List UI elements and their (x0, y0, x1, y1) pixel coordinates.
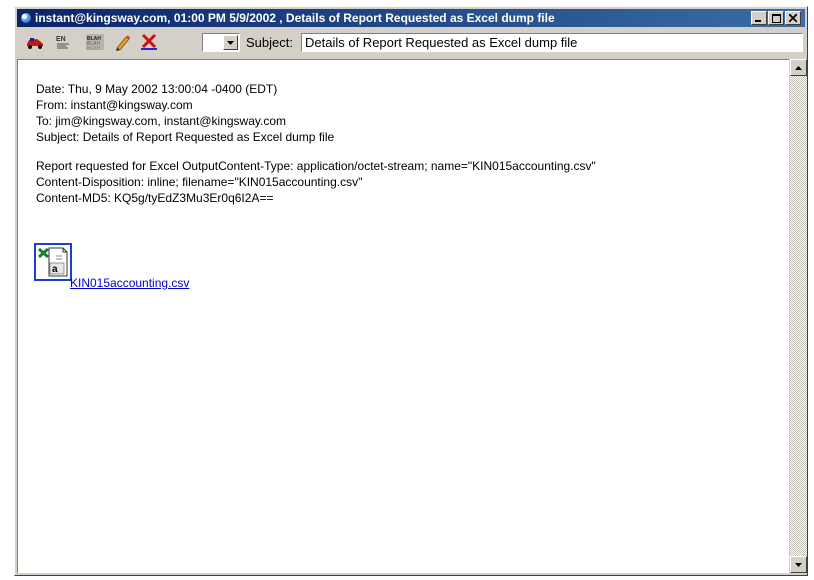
scroll-down-button[interactable] (790, 556, 807, 573)
message-body[interactable]: Date: Thu, 9 May 2002 13:00:04 -0400 (ED… (17, 59, 789, 573)
header-to: To: jim@kingsway.com, instant@kingsway.c… (36, 114, 286, 128)
subject-field[interactable]: Details of Report Requested as Excel dum… (301, 33, 803, 52)
minimize-button[interactable] (751, 11, 767, 25)
maximize-button[interactable] (768, 11, 784, 25)
header-from: From: instant@kingsway.com (36, 98, 193, 112)
attachment-link[interactable]: KIN015accounting.csv (70, 276, 189, 290)
scroll-up-button[interactable] (790, 59, 807, 76)
car-icon[interactable] (25, 32, 45, 52)
window-controls (751, 11, 801, 25)
toolbar: EN BLAH BLAH BLAH Subject: Details of Re… (17, 29, 805, 55)
eudora-code-icon[interactable]: EN (53, 32, 73, 52)
close-icon (789, 14, 797, 22)
combo-box[interactable] (202, 33, 240, 52)
header-subject: Subject: Details of Report Requested as … (36, 130, 335, 144)
body-line: Content-Disposition: inline; filename="K… (36, 175, 363, 189)
minimize-icon (755, 20, 761, 22)
app-icon[interactable] (21, 13, 31, 23)
body-line: Report requested for Excel OutputContent… (36, 159, 596, 173)
arrow-up-icon (795, 65, 802, 70)
vertical-scrollbar[interactable] (790, 59, 807, 573)
pencil-icon[interactable] (113, 32, 133, 52)
svg-text:BLAH: BLAH (87, 46, 100, 51)
arrow-down-icon (795, 562, 802, 567)
subject-label: Subject: (246, 35, 293, 50)
blah-blah-icon[interactable]: BLAH BLAH BLAH (85, 32, 105, 52)
delete-x-icon[interactable] (139, 32, 159, 52)
title-bar[interactable]: instant@kingsway.com, 01:00 PM 5/9/2002 … (17, 9, 805, 27)
chevron-down-icon (227, 40, 234, 45)
email-window: instant@kingsway.com, 01:00 PM 5/9/2002 … (14, 6, 808, 576)
svg-text:EN: EN (56, 36, 66, 43)
maximize-icon (771, 13, 781, 23)
message-text: Date: Thu, 9 May 2002 13:00:04 -0400 (ED… (36, 81, 596, 206)
svg-text:a: a (52, 264, 58, 275)
close-button[interactable] (785, 11, 801, 25)
body-line: Content-MD5: KQ5g/tyEdZ3Mu3Er0q6I2A== (36, 191, 274, 205)
combo-dropdown-button[interactable] (223, 35, 238, 50)
window-title: instant@kingsway.com, 01:00 PM 5/9/2002 … (35, 11, 555, 25)
header-date: Date: Thu, 9 May 2002 13:00:04 -0400 (ED… (36, 82, 278, 96)
excel-file-icon[interactable]: a (34, 243, 72, 281)
